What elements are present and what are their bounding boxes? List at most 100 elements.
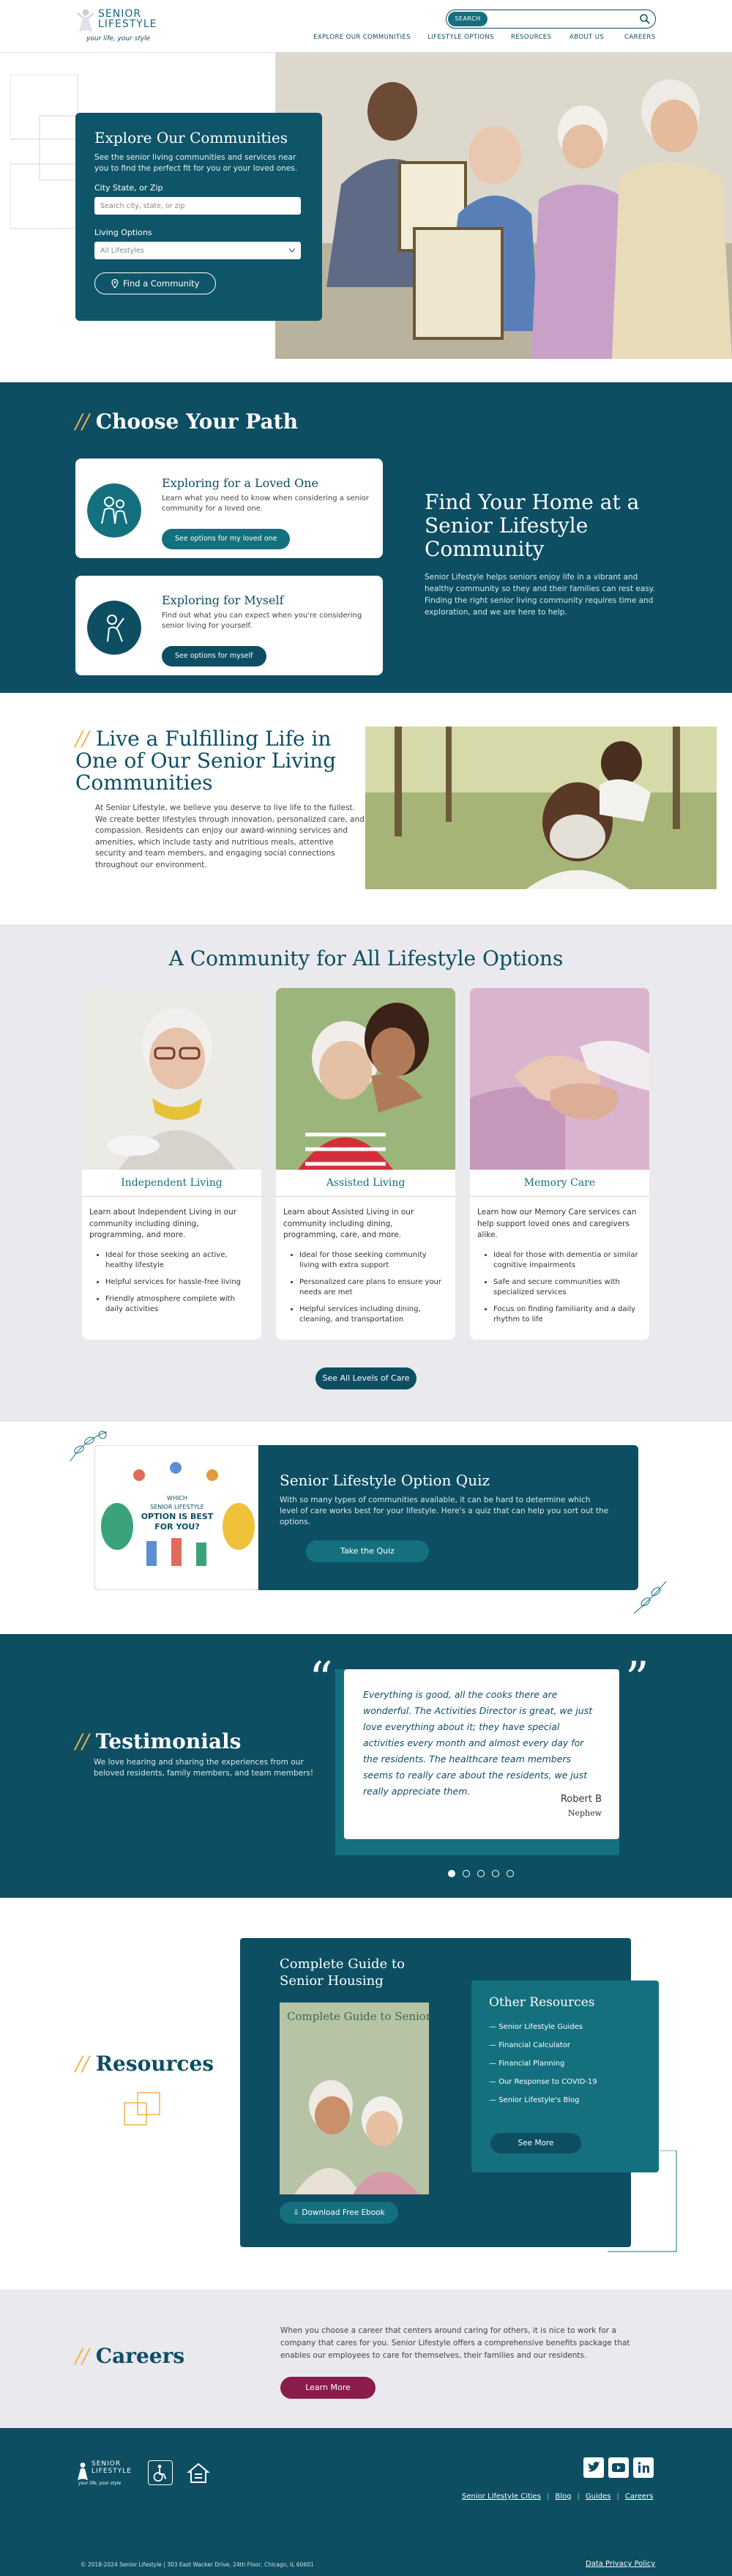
- list-item: Ideal for those with dementia or similar…: [493, 1250, 642, 1271]
- quiz-section: WHICH SENIOR LIFESTYLE OPTION IS BEST FO…: [0, 1422, 732, 1634]
- linkedin-icon[interactable]: [633, 2457, 654, 2478]
- loved-one-button[interactable]: See options for my loved one: [162, 529, 291, 549]
- memory-care-text: Learn how our Memory Care services can h…: [477, 1208, 637, 1239]
- logo-figure-icon: [77, 9, 94, 32]
- quiz-illustration: WHICH SENIOR LIFESTYLE OPTION IS BEST FO…: [94, 1445, 258, 1590]
- other-resources-card: Other Resources — Senior Lifestyle Guide…: [471, 1981, 659, 2172]
- title-slashes-icon: //: [75, 727, 96, 751]
- find-community-button[interactable]: Find a Community: [94, 272, 217, 294]
- careers-text: When you choose a career that centers ar…: [280, 2326, 630, 2360]
- search-icon[interactable]: [639, 13, 651, 25]
- loved-one-text: Learn what you need to know when conside…: [162, 494, 369, 513]
- close-quote-icon: ”: [625, 1652, 649, 1707]
- map-pin-icon: [111, 278, 119, 289]
- see-more-button[interactable]: See More: [490, 2133, 581, 2153]
- explore-communities-card: Explore Our Communities See the senior l…: [75, 113, 322, 321]
- testimonials-title: // Testimonials: [75, 1729, 242, 1753]
- quiz-illustration-line1: WHICH: [167, 1495, 187, 1502]
- ebook-cover-title: Complete Guide to Senior Housing: [287, 2010, 429, 2023]
- footer-link-separator: |: [616, 2493, 619, 2501]
- search-input[interactable]: [490, 12, 633, 26]
- nav-resources[interactable]: RESOURCES: [511, 34, 551, 41]
- person-waving-icon: [87, 601, 141, 655]
- resource-link-planning[interactable]: — Financial Planning: [489, 2060, 641, 2068]
- list-item: Helpful services including dining, clean…: [299, 1304, 448, 1325]
- title-slashes-icon: //: [75, 1729, 96, 1753]
- learn-more-button[interactable]: Learn More: [280, 2377, 376, 2399]
- city-input[interactable]: Search city, state, or zip: [94, 197, 301, 215]
- download-icon: ⇩: [293, 2208, 302, 2217]
- accessibility-icon[interactable]: [148, 2460, 173, 2485]
- independent-living-bullets: Ideal for those seeking an active, healt…: [82, 1241, 261, 1315]
- testimonial-author: Robert B: [560, 1794, 602, 1805]
- quiz-illustration-line4: FOR YOU?: [154, 1522, 199, 1532]
- nav-lifestyle-options[interactable]: LIFESTYLE OPTIONS: [427, 34, 494, 41]
- careers-section: // Careers When you choose a career that…: [0, 2290, 732, 2428]
- myself-button[interactable]: See options for myself: [162, 646, 266, 667]
- footer-links: Senior Lifestyle Cities | Blog | Guides …: [462, 2493, 653, 2501]
- privacy-policy-link[interactable]: Data Privacy Policy: [586, 2560, 655, 2568]
- chevron-down-icon: [289, 248, 295, 253]
- resource-link-covid[interactable]: — Our Response to COVID-19: [489, 2078, 641, 2086]
- carousel-dot[interactable]: [492, 1870, 499, 1877]
- site-logo[interactable]: SENIOR LIFESTYLE your life, your style: [76, 7, 171, 45]
- footer-link-careers[interactable]: Careers: [625, 2493, 654, 2501]
- fulfilling-life-section: // Live a Fulfilling Life in One of Our …: [0, 693, 732, 924]
- resource-link-guides[interactable]: — Senior Lifestyle Guides: [489, 2023, 641, 2031]
- living-options-select[interactable]: All Lifestyles: [94, 242, 301, 259]
- title-slashes-icon: //: [75, 2052, 96, 2076]
- fulfilling-text: At Senior Lifestyle, we believe you dese…: [95, 803, 365, 869]
- footer-link-blog[interactable]: Blog: [555, 2493, 571, 2501]
- testimonial-quote: Everything is good, all the cooks there …: [363, 1689, 593, 1797]
- open-quote-icon: “: [309, 1652, 333, 1707]
- testimonial-relation: Nephew: [567, 1808, 602, 1818]
- footer-link-guides[interactable]: Guides: [586, 2493, 611, 2501]
- find-home-block: Find Your Home at a Senior Lifestyle Com…: [425, 491, 659, 618]
- independent-living-card[interactable]: Independent Living Learn about Independe…: [82, 988, 261, 1340]
- other-resources-title: Other Resources: [489, 1995, 595, 2010]
- nav-explore-communities[interactable]: EXPLORE OUR COMMUNITIES: [313, 34, 411, 41]
- assisted-living-photo: [276, 988, 455, 1170]
- card-divider: [82, 1196, 261, 1197]
- list-item: Ideal for those seeking community living…: [299, 1250, 448, 1271]
- memory-care-card[interactable]: Memory Care Learn how our Memory Care se…: [470, 988, 649, 1340]
- see-all-levels-button[interactable]: See All Levels of Care: [315, 1367, 417, 1389]
- explore-title: Explore Our Communities: [94, 129, 288, 146]
- guide-card: Complete Guide to Senior Housing Complet…: [240, 1938, 659, 2247]
- other-resources-list: — Senior Lifestyle Guides — Financial Ca…: [489, 2023, 641, 2104]
- footer-link-cities[interactable]: Senior Lifestyle Cities: [462, 2493, 541, 2501]
- assisted-living-text: Learn about Assisted Living in our commu…: [283, 1208, 414, 1239]
- carousel-dot[interactable]: [448, 1870, 455, 1877]
- grandfather-child-photo: [365, 727, 717, 889]
- take-quiz-button[interactable]: Take the Quiz: [306, 1540, 429, 1562]
- independent-living-title: Independent Living: [121, 1177, 223, 1189]
- carousel-dot[interactable]: [463, 1870, 470, 1877]
- footer-logo-line1: SENIOR: [92, 2460, 122, 2468]
- footer-logo-line2: LIFESTYLE: [92, 2468, 132, 2475]
- carousel-dot[interactable]: [477, 1870, 485, 1877]
- resource-link-calculator[interactable]: — Financial Calculator: [489, 2041, 641, 2049]
- quiz-illustration-line2: SENIOR LIFESTYLE: [150, 1504, 204, 1510]
- nav-about-us[interactable]: ABOUT US: [569, 34, 604, 41]
- loved-one-card: Exploring for a Loved One Learn what you…: [75, 459, 383, 558]
- assisted-living-card[interactable]: Assisted Living Learn about Assisted Liv…: [276, 988, 455, 1340]
- search-label: SEARCH: [448, 12, 488, 26]
- testimonial-card: Everything is good, all the cooks there …: [344, 1669, 619, 1839]
- footer-logo-tagline: your life, your style: [78, 2481, 122, 2486]
- city-input-placeholder: Search city, state, or zip: [100, 201, 185, 210]
- memory-care-title: Memory Care: [523, 1177, 596, 1189]
- resource-link-blog[interactable]: — Senior Lifestyle's Blog: [489, 2096, 641, 2104]
- list-item: Focus on finding familiarity and a daily…: [493, 1304, 642, 1325]
- download-ebook-button[interactable]: ⇩ Download Free Ebook: [280, 2202, 398, 2224]
- carousel-dots: [448, 1870, 514, 1877]
- youtube-icon[interactable]: [608, 2457, 629, 2478]
- community-title: A Community for All Lifestyle Options: [168, 946, 564, 970]
- twitter-icon[interactable]: [583, 2457, 604, 2478]
- assisted-living-bullets: Ideal for those seeking community living…: [276, 1241, 455, 1325]
- site-header: SENIOR LIFESTYLE your life, your style S…: [0, 0, 732, 53]
- nav-careers[interactable]: CAREERS: [624, 34, 656, 41]
- carousel-dot[interactable]: [507, 1870, 514, 1877]
- find-home-text: Senior Lifestyle helps seniors enjoy lif…: [425, 573, 655, 617]
- logo-text-line2: LIFESTYLE: [98, 18, 157, 30]
- family-icon: [87, 483, 141, 538]
